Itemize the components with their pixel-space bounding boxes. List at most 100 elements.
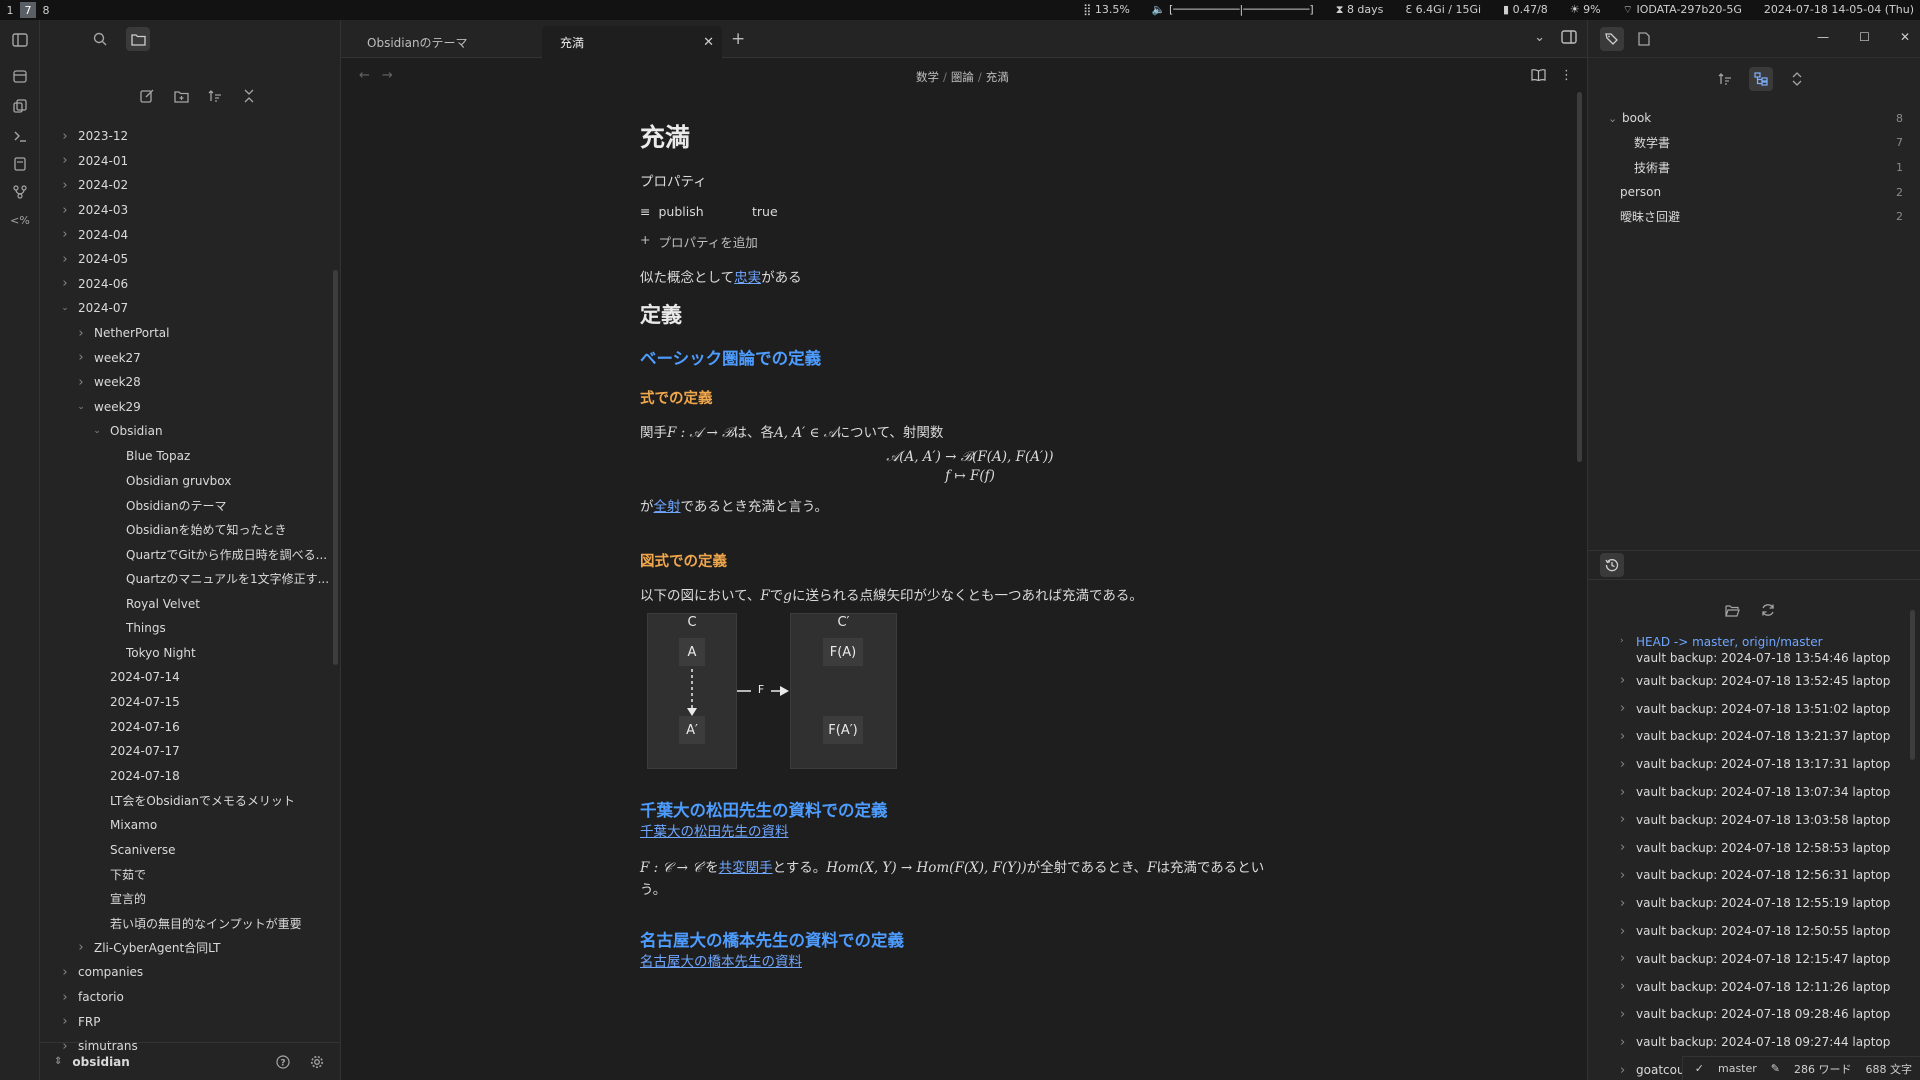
tag-tree-icon[interactable]: [1749, 67, 1773, 91]
file-tree-item[interactable]: ›Blue Topaz: [40, 444, 330, 469]
new-tab-button[interactable]: +: [731, 29, 745, 49]
tags-icon[interactable]: [1600, 26, 1624, 51]
chevron-right-icon[interactable]: ›: [1620, 673, 1625, 688]
commit-item[interactable]: › vault backup: 2024-07-18 09:27:44 lapto…: [1588, 1028, 1913, 1056]
breadcrumb-item[interactable]: 圏論: [951, 70, 974, 84]
chevron-right-icon[interactable]: ›: [58, 965, 72, 980]
chevron-down-icon[interactable]: ⌄: [1534, 30, 1545, 48]
volume-indicator[interactable]: 🔈 [──────────|──────────]: [1152, 3, 1314, 17]
link-covariant-functor[interactable]: 共変関手: [719, 860, 773, 876]
breadcrumb-item[interactable]: 充満: [986, 70, 1009, 84]
file-tree-item[interactable]: ›Obsidianのテーマ: [40, 493, 330, 518]
property-value[interactable]: true: [752, 204, 778, 219]
pencil-icon[interactable]: ✎: [1771, 1062, 1780, 1075]
new-note-icon[interactable]: [135, 84, 159, 108]
chevron-down-icon[interactable]: ⌄: [90, 426, 104, 436]
history-icon[interactable]: [1600, 553, 1624, 577]
chevron-right-icon[interactable]: ›: [1620, 812, 1625, 827]
chevron-right-icon[interactable]: ›: [1620, 924, 1625, 939]
chevron-right-icon[interactable]: ›: [74, 350, 88, 365]
chevron-right-icon[interactable]: ›: [1620, 729, 1625, 744]
file-tree-item[interactable]: › 2024-05: [40, 247, 330, 272]
commit-item[interactable]: › vault backup: 2024-07-18 12:55:19 lapto…: [1588, 889, 1913, 917]
chevron-right-icon[interactable]: ›: [1620, 951, 1625, 966]
chevron-down-icon[interactable]: ⌄: [74, 402, 88, 412]
chevron-right-icon[interactable]: ›: [58, 153, 72, 168]
chevron-right-icon[interactable]: ›: [1620, 636, 1624, 646]
chevron-right-icon[interactable]: ›: [58, 227, 72, 242]
file-tree-item[interactable]: ›Obsidianを始めて知ったとき: [40, 518, 330, 543]
file-tree-item[interactable]: › NetherPortal: [40, 321, 330, 346]
sort-tags-icon[interactable]: [1713, 67, 1737, 91]
reading-view-icon[interactable]: [1531, 68, 1546, 85]
file-tree-item[interactable]: ⌄ 2024-07: [40, 296, 330, 321]
tag-item[interactable]: 数学書 7: [1588, 131, 1920, 156]
commit-item[interactable]: › vault backup: 2024-07-18 13:52:45 lapto…: [1588, 667, 1913, 695]
file-tree-item[interactable]: › factorio: [40, 985, 330, 1010]
file-tree-item[interactable]: › 2023-12: [40, 124, 330, 149]
link-chujitsu[interactable]: 忠実: [734, 270, 761, 286]
link-chiba[interactable]: 千葉大の松田先生の資料: [640, 824, 789, 840]
commit-head[interactable]: › HEAD -> master, origin/master vault ba…: [1588, 634, 1913, 667]
file-tree-item[interactable]: ›QuartzでGitから作成日時を調べる...: [40, 542, 330, 567]
help-icon[interactable]: ?: [271, 1050, 295, 1074]
note-title[interactable]: 充満: [640, 118, 1300, 158]
maximize-icon[interactable]: ☐: [1859, 30, 1870, 44]
file-tree-item[interactable]: › 2024-06: [40, 272, 330, 297]
file-tree-item[interactable]: › 2024-04: [40, 222, 330, 247]
chevron-right-icon[interactable]: ›: [1620, 868, 1625, 883]
file-tree-item[interactable]: ›2024-07-15: [40, 690, 330, 715]
file-tree-item[interactable]: ›2024-07-18: [40, 763, 330, 788]
file-tree-item[interactable]: › week27: [40, 345, 330, 370]
left-scrollbar[interactable]: [333, 270, 338, 665]
file-tree-item[interactable]: ⌄ week29: [40, 395, 330, 420]
chevron-right-icon[interactable]: ›: [1620, 1035, 1625, 1050]
tag-item[interactable]: person 2: [1588, 180, 1920, 205]
sidebar-toggle-icon[interactable]: [10, 30, 30, 50]
file-tree-item[interactable]: ›LT会をObsidianでメモるメリット: [40, 788, 330, 813]
commit-item[interactable]: › vault backup: 2024-07-18 13:03:58 lapto…: [1588, 806, 1913, 834]
chevron-right-icon[interactable]: ›: [58, 990, 72, 1005]
commit-item[interactable]: › vault backup: 2024-07-18 12:58:53 lapto…: [1588, 834, 1913, 862]
git-scrollbar[interactable]: [1910, 610, 1915, 760]
file-tree-item[interactable]: ›下茹で: [40, 862, 330, 887]
chevron-right-icon[interactable]: ›: [74, 326, 88, 341]
refresh-icon[interactable]: [1756, 598, 1780, 622]
tab-obsidian-theme[interactable]: Obsidianのテーマ: [349, 26, 529, 58]
commit-item[interactable]: › vault backup: 2024-07-18 12:11:26 lapto…: [1588, 973, 1913, 1001]
file-tree-item[interactable]: › 2024-03: [40, 198, 330, 223]
file-tree-item[interactable]: ›Scaniverse: [40, 837, 330, 862]
file-tree-item[interactable]: ›2024-07-17: [40, 739, 330, 764]
templates-icon[interactable]: [10, 154, 30, 174]
tag-item[interactable]: 技術書 1: [1588, 155, 1920, 180]
file-tree-item[interactable]: › 2024-01: [40, 149, 330, 174]
file-tree-item[interactable]: ›宣言的: [40, 886, 330, 911]
window-close-icon[interactable]: ✕: [1900, 30, 1910, 44]
git-graph-icon[interactable]: [10, 182, 30, 202]
file-tree-item[interactable]: ›Mixamo: [40, 813, 330, 838]
file-tree-item[interactable]: › FRP: [40, 1009, 330, 1034]
file-tree-item[interactable]: ›Quartzのマニュアルを1文字修正す...: [40, 567, 330, 592]
chevron-down-icon[interactable]: ⌄: [58, 303, 72, 313]
file-tree-item[interactable]: › week28: [40, 370, 330, 395]
chevron-right-icon[interactable]: ›: [58, 276, 72, 291]
forward-arrow-icon[interactable]: →: [382, 68, 393, 83]
more-options-icon[interactable]: ⋮: [1560, 68, 1573, 85]
workspace-8[interactable]: 8: [38, 2, 54, 18]
commit-item[interactable]: › vault backup: 2024-07-18 13:51:02 lapto…: [1588, 695, 1913, 723]
chevron-right-icon[interactable]: ›: [74, 375, 88, 390]
code-percent-icon[interactable]: <%: [10, 210, 30, 230]
chevron-right-icon[interactable]: ›: [74, 940, 88, 955]
open-folder-icon[interactable]: [1720, 598, 1744, 622]
collapse-all-icon[interactable]: [237, 84, 261, 108]
file-tree-item[interactable]: › Zli-CyberAgent合同LT: [40, 936, 330, 961]
chevron-right-icon[interactable]: ›: [1620, 1007, 1625, 1022]
property-key[interactable]: publish: [658, 204, 703, 219]
file-tree-item[interactable]: › companies: [40, 960, 330, 985]
vault-switcher[interactable]: ⇕ obsidian ?: [40, 1042, 341, 1080]
check-icon[interactable]: ✓: [1695, 1062, 1704, 1075]
git-branch[interactable]: master: [1718, 1062, 1757, 1075]
tab-juman[interactable]: 充満 ✕: [542, 26, 722, 58]
chevron-right-icon[interactable]: ›: [58, 252, 72, 267]
chevron-right-icon[interactable]: ›: [1620, 896, 1625, 911]
